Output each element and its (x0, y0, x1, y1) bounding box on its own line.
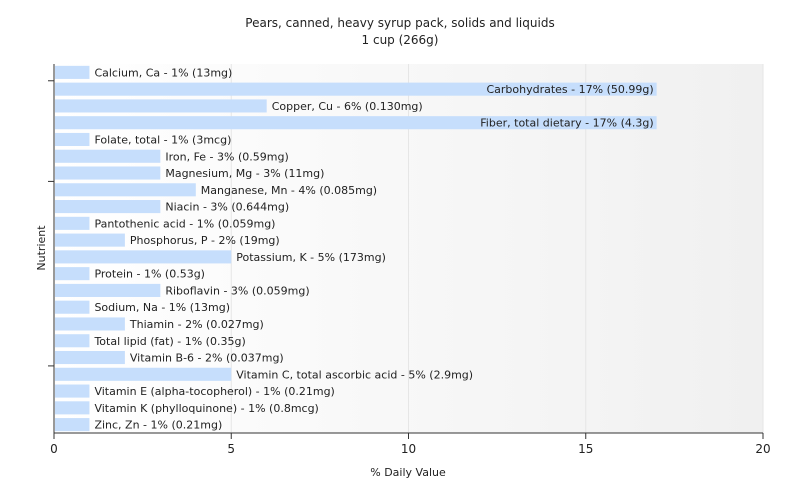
bar (55, 65, 90, 79)
chart-title: Pears, canned, heavy syrup pack, solids … (245, 16, 554, 30)
bar-data-label: Pantothenic acid - 1% (0.059mg) (94, 217, 275, 230)
bar (55, 200, 161, 214)
bar (55, 132, 90, 147)
chart-subtitle: 1 cup (266g) (362, 33, 439, 47)
bar-data-label: Iron, Fe - 3% (0.59mg) (165, 150, 288, 163)
bar-data-label: Total lipid (fat) - 1% (0.35g) (93, 335, 245, 348)
bar (55, 183, 196, 197)
bar (55, 267, 90, 281)
x-tick-label: 0 (50, 442, 58, 456)
bar-data-label: Carbohydrates - 17% (50.99g) (486, 83, 653, 96)
bar (55, 149, 161, 163)
bar (55, 99, 267, 113)
bar (55, 317, 125, 331)
bar (55, 233, 125, 247)
x-axis-title: % Daily Value (370, 466, 446, 479)
bar-data-label: Phosphorus, P - 2% (19mg) (130, 234, 280, 247)
x-tick-label: 15 (578, 442, 593, 456)
bar (55, 334, 90, 348)
bar-data-label: Calcium, Ca - 1% (13mg) (94, 66, 232, 79)
bar-data-label: Copper, Cu - 6% (0.130mg) (272, 100, 423, 113)
bar-data-label: Niacin - 3% (0.644mg) (165, 201, 289, 214)
bar (55, 384, 90, 398)
bar-data-label: Vitamin K (phylloquinone) - 1% (0.8mcg) (94, 402, 318, 415)
bar-data-label: Vitamin B-6 - 2% (0.037mg) (130, 352, 284, 365)
bar (55, 283, 161, 297)
bar-data-label: Sodium, Na - 1% (13mg) (94, 301, 230, 314)
bar-data-label: Manganese, Mn - 4% (0.085mg) (201, 184, 377, 197)
bar-data-label: Vitamin C, total ascorbic acid - 5% (2.9… (236, 368, 473, 381)
y-axis-title: Nutrient (35, 225, 48, 271)
bar-data-label: Protein - 1% (0.53g) (94, 268, 205, 281)
bar (55, 418, 90, 432)
bar-data-label: Fiber, total dietary - 17% (4.3g) (480, 117, 653, 130)
bar (55, 401, 90, 415)
bar-data-label: Potassium, K - 5% (173mg) (236, 251, 386, 264)
bar-data-label: Vitamin E (alpha-tocopherol) - 1% (0.21m… (94, 385, 334, 398)
chart-canvas: Pears, canned, heavy syrup pack, solids … (35, 16, 771, 479)
x-tick-label: 10 (401, 442, 416, 456)
x-tick-label: 20 (755, 442, 770, 456)
bar (55, 300, 90, 314)
bar (55, 367, 232, 381)
bar-data-label: Folate, total - 1% (3mcg) (94, 133, 231, 146)
bar (55, 250, 232, 264)
bar (55, 350, 125, 365)
x-tick-label: 5 (227, 442, 235, 456)
bar-data-label: Thiamin - 2% (0.027mg) (129, 318, 264, 331)
bar-data-label: Zinc, Zn - 1% (0.21mg) (94, 419, 222, 432)
bar-data-label: Riboflavin - 3% (0.059mg) (165, 284, 309, 297)
plot-area: Calcium, Ca - 1% (13mg) Carbohydrates - 1… (48, 64, 771, 456)
chart: Pears, canned, heavy syrup pack, solids … (0, 0, 800, 500)
bar-data-label: Magnesium, Mg - 3% (11mg) (165, 167, 324, 180)
bar (55, 166, 161, 180)
bar (55, 216, 90, 230)
